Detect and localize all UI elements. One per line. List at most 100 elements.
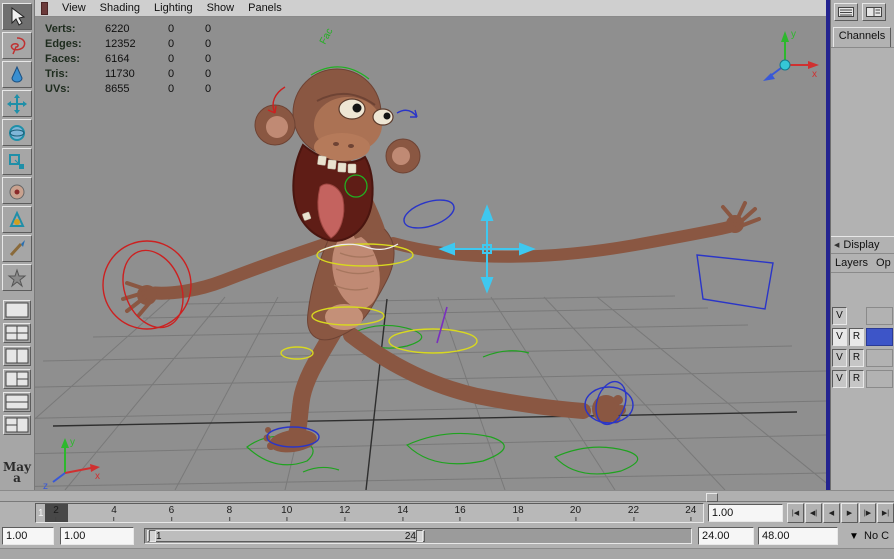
gizmo-x-label: x [812,69,817,80]
soft-mod-tool-button[interactable] [2,177,32,204]
layout-three-pane-right-split-button[interactable] [3,369,31,389]
soft-mod-icon [9,184,25,199]
character-set-field[interactable]: No C [864,530,894,542]
hud-value: 6220 [105,23,130,35]
timeline-tick: 8 [227,504,232,522]
layer-visibility-toggle[interactable]: V [832,349,847,367]
four-pane-icon [5,325,29,341]
menu-shading[interactable]: Shading [100,2,140,14]
range-slider-track[interactable]: 1 24 [144,528,692,544]
time-slider[interactable]: 1 2 4 6 8 10 12 14 16 18 20 22 24 [35,503,704,523]
three-pane-left-split-icon [5,417,29,433]
channel-box-empty-area [831,48,894,236]
two-pane-side-icon [5,348,29,364]
step-forward-frame-button[interactable]: |▶ [859,503,876,523]
bottom-strip [0,548,894,559]
toolbox: Maya [0,0,35,490]
layer-row[interactable]: V R [832,349,893,367]
layer-name-strip[interactable] [866,328,893,346]
playback-end-field[interactable]: 24.00 [698,527,754,545]
paint-select-tool-button[interactable] [2,61,32,88]
playback-start-field[interactable]: 1.00 [60,527,134,545]
menu-lighting[interactable]: Lighting [154,2,193,14]
timeline-tick: 16 [455,504,466,522]
channel-box-toggle-icon[interactable] [834,3,858,21]
manipulator-tool-button[interactable] [2,206,32,233]
channel-box-panel: Channels ◀ Display Layers Op V V R V R V… [830,0,894,490]
gizmo-y-label: y [791,29,796,40]
layer-name-strip[interactable] [866,349,893,367]
hud-value: 8655 [105,83,130,95]
pane-resize-handle[interactable] [706,493,718,502]
layer-row[interactable]: V [832,307,893,325]
lasso-tool-button[interactable] [2,32,32,59]
layout-two-pane-side-button[interactable] [3,346,31,366]
panel-toggle-icons [831,0,894,23]
move-icon [7,93,27,114]
play-backwards-button[interactable]: ◀ [823,503,840,523]
hud-label: Verts: [45,23,76,35]
rotate-tool-button[interactable] [2,119,32,146]
maya-logo: Maya [2,460,32,485]
timeline-tick: 12 [339,504,350,522]
current-time-field[interactable]: 1.00 [707,504,783,522]
two-pane-stacked-icon [5,394,29,410]
tab-display[interactable]: ◀ Display [831,236,894,253]
menu-show[interactable]: Show [207,2,235,14]
range-start-handle[interactable] [149,530,156,542]
prev-tab-arrow-icon[interactable]: ◀ [834,241,839,249]
hud-label: Tris: [45,68,69,80]
perspective-viewport[interactable]: Fac y x y x z Verts: 6220 0 0 Edges: 12352 0 0 [35,17,826,490]
go-to-end-button[interactable]: ▶| [877,503,894,523]
select-tool-button[interactable] [2,3,32,30]
layer-row[interactable]: V R [832,328,893,346]
layer-type-toggle[interactable]: R [849,349,864,367]
scale-tool-button[interactable] [2,148,32,175]
layout-two-pane-stacked-button[interactable] [3,392,31,412]
hud-value: 0 [205,38,212,50]
scale-icon [9,153,24,169]
tab-channels[interactable]: Channels [833,27,891,48]
range-slider-bar[interactable]: 1 24 [147,530,425,542]
step-back-frame-button[interactable]: ◀| [805,503,822,523]
layer-type-toggle[interactable]: R [849,370,864,388]
layer-editor-toggle-icon[interactable] [862,3,886,21]
paint-weights-tool-button[interactable] [2,235,32,262]
layers-menu[interactable]: Layers [835,257,868,269]
timeline-tick: 24 [685,504,696,522]
layout-single-pane-button[interactable] [3,300,31,320]
character-set-dropdown-icon[interactable]: ▼ [846,528,862,544]
layer-visibility-toggle[interactable]: V [832,328,847,346]
hud-value: 0 [168,83,175,95]
display-tab-label: Display [843,239,880,251]
range-end-label: 24 [404,530,416,542]
options-menu[interactable]: Op [876,257,891,269]
timeline-tick: 14 [397,504,408,522]
hud-label: UVs: [45,83,71,95]
panel-menu-grip-icon[interactable] [41,1,48,15]
layout-three-pane-left-split-button[interactable] [3,415,31,435]
layer-type-toggle[interactable]: R [849,328,864,346]
layout-shortcuts [3,300,31,435]
layout-four-pane-button[interactable] [3,323,31,343]
range-start-label: 1 [156,530,162,542]
last-tool-button[interactable] [2,264,32,291]
move-tool-button[interactable] [2,90,32,117]
paint-brush-icon [9,239,25,256]
layer-row[interactable]: V R [832,370,893,388]
go-to-start-button[interactable]: |◀ [787,503,804,523]
hud-value: 0 [205,68,212,80]
layer-name-strip[interactable] [866,370,893,388]
menu-view[interactable]: View [62,2,86,14]
timeline-tick: 6 [169,504,174,522]
layer-name-strip[interactable] [866,307,893,325]
layer-visibility-toggle[interactable]: V [832,370,847,388]
play-forwards-button[interactable]: ▶ [841,503,858,523]
layer-visibility-toggle[interactable]: V [832,307,847,325]
list-icon [838,7,854,17]
layer-list: V V R V R V R [831,307,894,388]
range-end-handle[interactable] [416,530,423,542]
animation-start-field[interactable]: 1.00 [2,527,54,545]
animation-end-field[interactable]: 48.00 [758,527,838,545]
menu-panels[interactable]: Panels [248,2,282,14]
